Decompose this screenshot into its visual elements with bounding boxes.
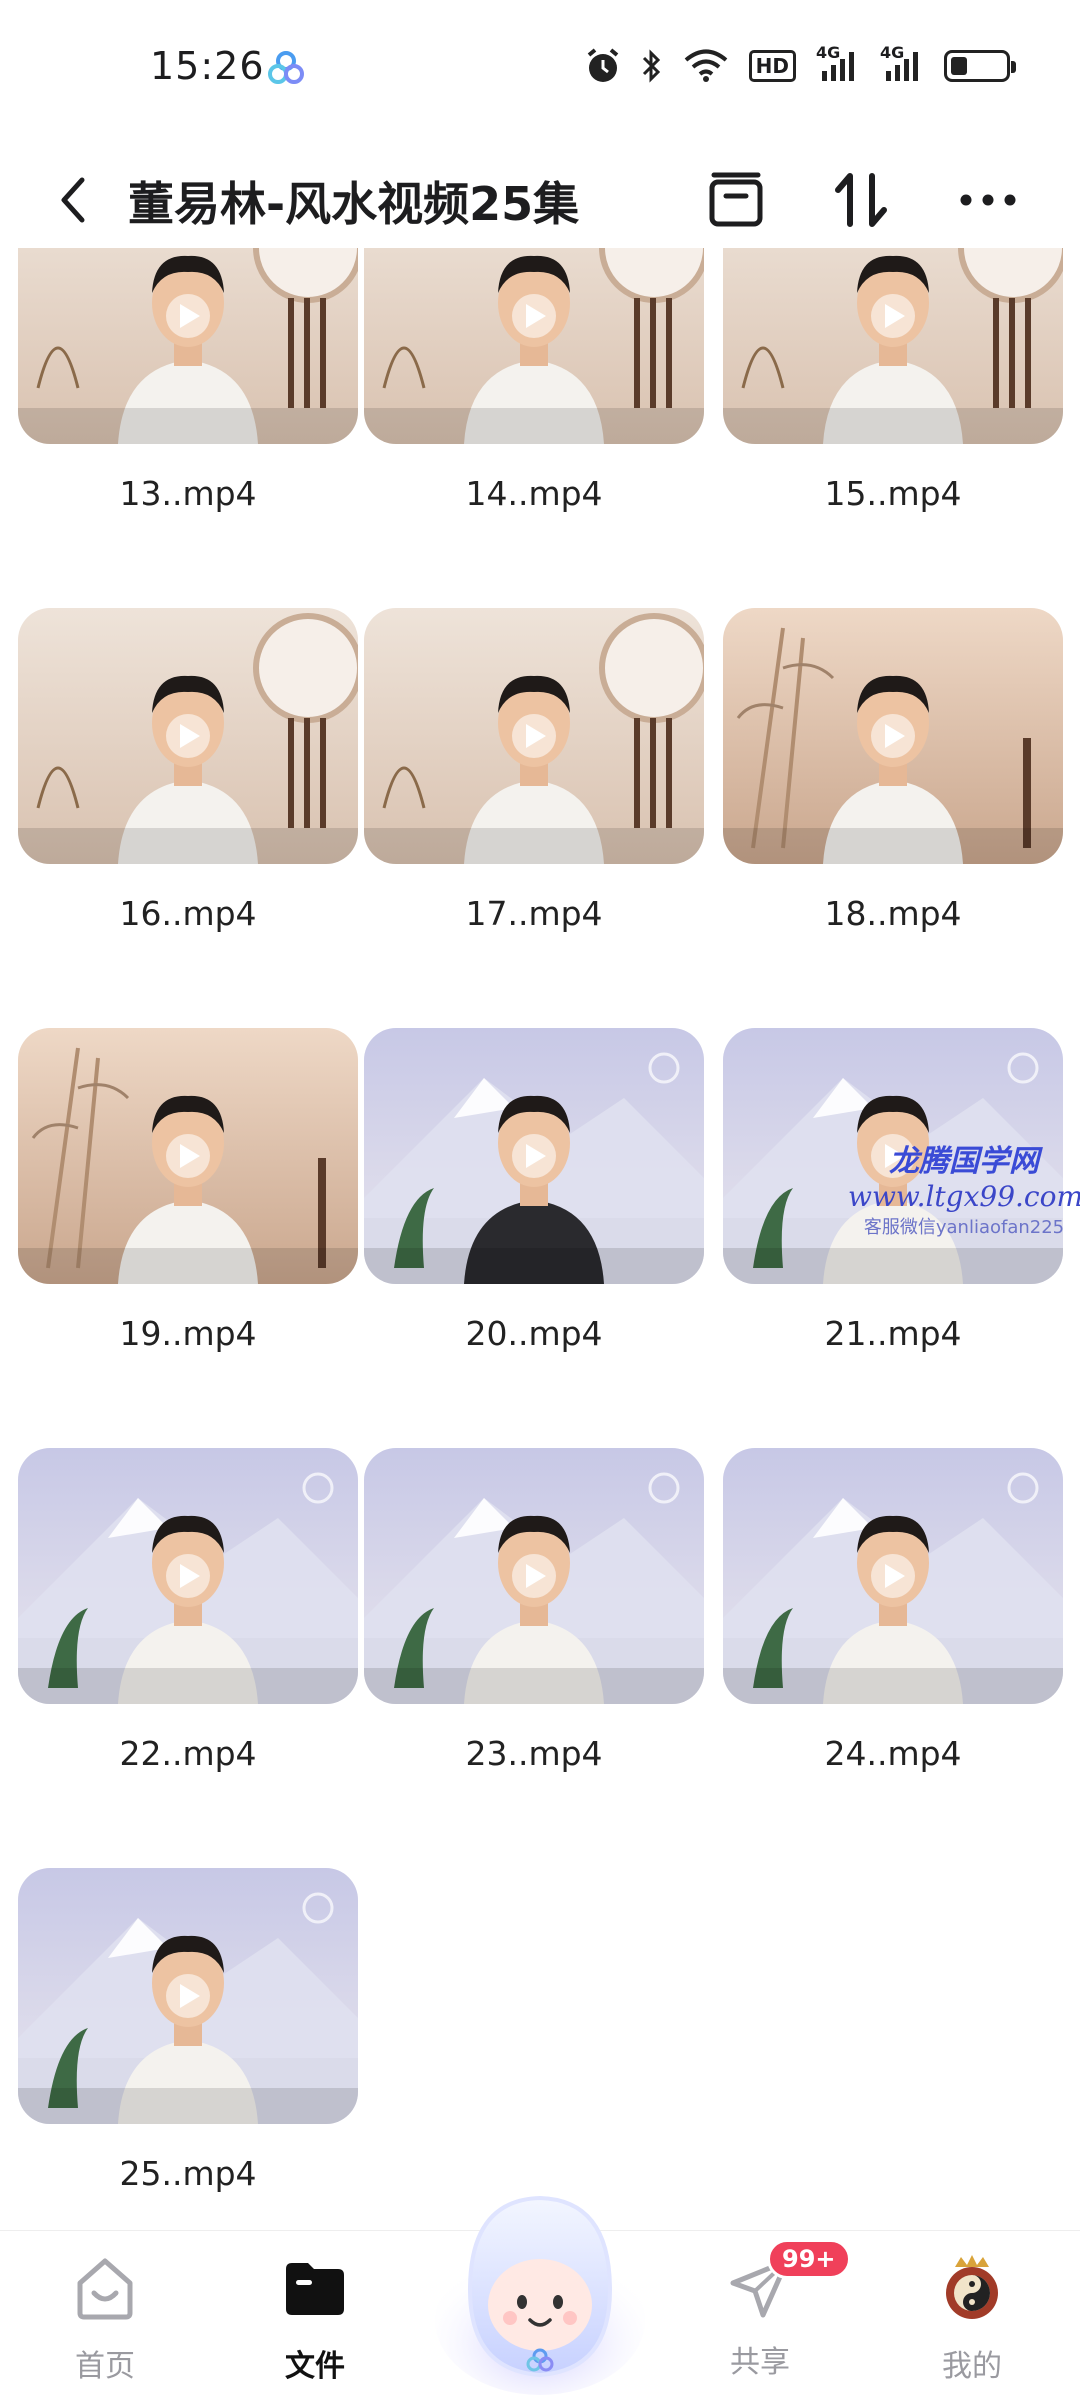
- status-time: 15:26: [150, 44, 265, 88]
- file-name: 13..mp4: [119, 474, 257, 513]
- thumbnail-image: [364, 248, 704, 444]
- alarm-icon: [587, 48, 618, 82]
- thumbnail-image: [18, 1448, 358, 1704]
- file-tile[interactable]: 22..mp4: [18, 1448, 358, 1838]
- file-tile[interactable]: 18..mp4: [723, 608, 1063, 998]
- back-chevron-icon[interactable]: [48, 170, 98, 230]
- bluetooth-icon: [642, 49, 660, 83]
- watermark-line-2: www.ltgx99.com: [848, 1180, 1080, 1213]
- video-thumbnail[interactable]: [364, 1028, 704, 1284]
- video-thumbnail[interactable]: [364, 248, 704, 444]
- nav-home[interactable]: 首页: [35, 2253, 175, 2393]
- file-tile[interactable]: 17..mp4: [364, 608, 704, 998]
- app-cloud-icon: [268, 51, 304, 84]
- thumbnail-image: [723, 1448, 1063, 1704]
- thumbnail-image: [364, 1448, 704, 1704]
- video-thumbnail[interactable]: [18, 608, 358, 864]
- file-name: 25..mp4: [119, 2154, 257, 2193]
- hd-badge: HD: [748, 50, 796, 82]
- video-thumbnail[interactable]: [723, 1448, 1063, 1704]
- thumbnail-image: [18, 248, 358, 444]
- video-thumbnail[interactable]: [18, 1028, 358, 1284]
- status-bar: 15:26 HD 4G 4G: [0, 0, 1080, 140]
- thumbnail-image: [18, 1868, 358, 2124]
- archive-box-icon[interactable]: [704, 168, 768, 232]
- nav-home-label: 首页: [75, 2349, 135, 2384]
- video-thumbnail[interactable]: [18, 248, 358, 444]
- nav-share[interactable]: 99+ 共享: [690, 2239, 851, 2393]
- nav-me-label: 我的: [942, 2349, 1002, 2384]
- thumbnail-image: [364, 608, 704, 864]
- watermark-line-1: 龙腾国学网: [889, 1144, 1039, 1179]
- network-label-2: 4G: [880, 43, 905, 62]
- top-bar: 董易林-风水视频25集: [0, 140, 1080, 260]
- file-tile[interactable]: 20..mp4: [364, 1028, 704, 1418]
- nav-share-label: 共享: [730, 2345, 790, 2380]
- file-tile[interactable]: 15..mp4: [723, 248, 1063, 578]
- file-tile[interactable]: 19..mp4: [18, 1028, 358, 1418]
- file-name: 21..mp4: [824, 1314, 962, 1353]
- thumbnail-image: [18, 608, 358, 864]
- video-thumbnail[interactable]: [364, 1448, 704, 1704]
- file-name: 16..mp4: [119, 894, 257, 933]
- video-thumbnail[interactable]: [723, 248, 1063, 444]
- video-thumbnail[interactable]: [364, 608, 704, 864]
- file-name: 15..mp4: [824, 474, 962, 513]
- file-tile[interactable]: 23..mp4: [364, 1448, 704, 1838]
- nav-share-icon-wrap: 99+: [725, 2239, 851, 2323]
- nav-files[interactable]: 文件: [245, 2253, 385, 2393]
- thumbnail-image: [364, 1028, 704, 1284]
- file-tile[interactable]: 13..mp4: [18, 248, 358, 578]
- video-thumbnail[interactable]: [723, 608, 1063, 864]
- file-name: 18..mp4: [824, 894, 962, 933]
- avatar-icon: [946, 2255, 998, 2319]
- video-thumbnail[interactable]: [18, 1868, 358, 2124]
- file-tile[interactable]: 24..mp4: [723, 1448, 1063, 1838]
- watermark: 龙腾国学网 www.ltgx99.com 客服微信yanliaofan225: [848, 1136, 1080, 1239]
- signal-icon: 4G: [816, 43, 860, 83]
- watermark-line-3: 客服微信yanliaofan225: [863, 1217, 1065, 1238]
- nav-files-label: 文件: [285, 2349, 345, 2384]
- file-tile[interactable]: 16..mp4: [18, 608, 358, 998]
- file-name: 14..mp4: [465, 474, 603, 513]
- wifi-icon: [684, 49, 727, 82]
- network-label: 4G: [816, 43, 841, 62]
- file-tile[interactable]: 14..mp4: [364, 248, 704, 578]
- signal-icon-2: 4G: [880, 43, 924, 83]
- page-title: 董易林-风水视频25集: [128, 177, 580, 231]
- file-name: 20..mp4: [465, 1314, 603, 1353]
- nav-me[interactable]: 我的: [902, 2253, 1042, 2393]
- status-icons: HD 4G 4G: [585, 43, 1016, 86]
- file-name: 17..mp4: [465, 894, 603, 933]
- share-badge: 99+: [767, 2239, 851, 2279]
- file-name: 23..mp4: [465, 1734, 603, 1773]
- file-name: 24..mp4: [824, 1734, 962, 1773]
- thumbnail-image: [18, 1028, 358, 1284]
- home-smile-icon: [77, 2258, 133, 2320]
- thumbnail-image: [723, 248, 1063, 444]
- video-thumbnail[interactable]: [18, 1448, 358, 1704]
- battery-level: [951, 57, 967, 75]
- file-name: 19..mp4: [119, 1314, 257, 1353]
- thumbnail-image: [723, 608, 1063, 864]
- more-icon[interactable]: [956, 168, 1020, 232]
- sort-icon[interactable]: [830, 168, 894, 232]
- file-name: 22..mp4: [119, 1734, 257, 1773]
- folder-icon: [286, 2263, 344, 2315]
- battery-icon: [944, 50, 1016, 82]
- assistant-mascot-icon[interactable]: [430, 2170, 650, 2400]
- file-tile[interactable]: 25..mp4: [18, 1868, 358, 2222]
